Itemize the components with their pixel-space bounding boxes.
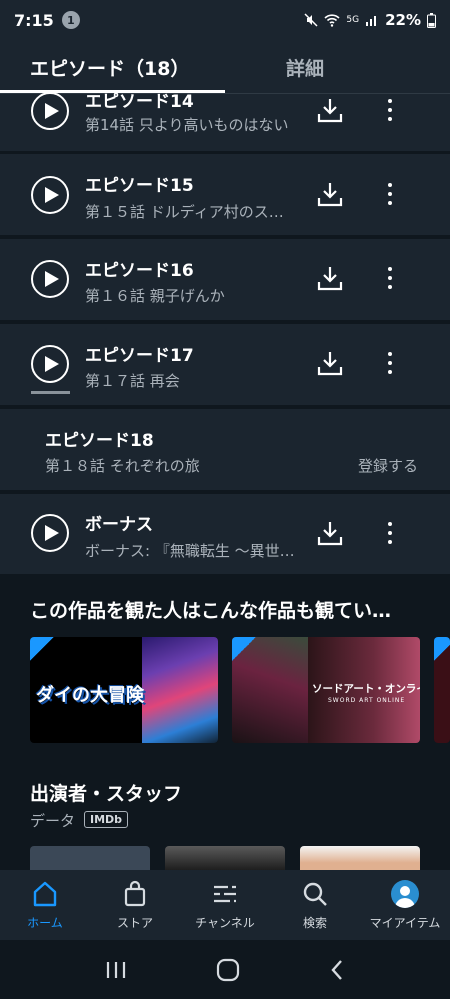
status-bar: 7:15 1 5G 22%: [0, 0, 450, 40]
episode-row[interactable]: エピソード14 第14話 只より高いものはない: [0, 92, 450, 151]
network-type-label: 5G: [346, 15, 360, 25]
nav-label: ストア: [116, 915, 153, 930]
home-button-icon[interactable]: [216, 958, 240, 982]
title-card-partial[interactable]: [434, 637, 450, 743]
more-options-icon[interactable]: [382, 519, 398, 547]
episode-subtitle: 第１７話 再会: [85, 372, 180, 390]
episode-row[interactable]: エピソード16 第１６話 親子げんか: [0, 239, 450, 320]
tab-episodes[interactable]: エピソード（18）: [0, 40, 194, 94]
cast-card[interactable]: [300, 846, 420, 870]
more-options-icon[interactable]: [382, 349, 398, 377]
recent-apps-icon[interactable]: [105, 960, 127, 980]
data-source-label: データ: [30, 812, 76, 830]
download-icon[interactable]: [316, 519, 344, 547]
home-icon: [33, 881, 57, 906]
episode-row: エピソード18 第１８話 それぞれの旅 登録する: [0, 409, 450, 490]
prime-badge-icon: [30, 637, 54, 661]
download-icon[interactable]: [316, 180, 344, 208]
cast-card[interactable]: [30, 846, 150, 870]
nav-label: ホーム: [27, 915, 63, 930]
play-button[interactable]: [31, 260, 69, 298]
card-title-sublogo: SWORD ART ONLINE: [328, 697, 406, 704]
bottom-navigation: ホーム ストア チャンネル 検索 マイアイテム: [0, 870, 450, 940]
back-icon[interactable]: [329, 959, 345, 981]
download-icon[interactable]: [316, 264, 344, 292]
cast-card[interactable]: [165, 846, 285, 870]
episode-title: エピソード16: [85, 261, 194, 281]
recommend-section-title: この作品を観た人はこんな作品も観てい…: [30, 600, 392, 622]
episode-subtitle: ボーナス: 『無職転生 ～異世…: [85, 542, 295, 560]
episode-row[interactable]: エピソード17 第１７話 再会: [0, 324, 450, 405]
card-key-art: [142, 637, 218, 743]
nav-label: マイアイテム: [369, 915, 441, 930]
mute-icon: [304, 13, 318, 27]
channels-icon: [214, 885, 236, 902]
prime-badge-icon: [232, 637, 256, 661]
play-icon: [44, 187, 59, 203]
card-title-logo: ダイの大冒険: [36, 685, 144, 706]
cast-section-title: 出演者・スタッフ: [30, 783, 183, 805]
status-time: 7:15: [14, 10, 54, 30]
nav-label: チャンネル: [195, 915, 255, 930]
register-button[interactable]: 登録する: [358, 455, 418, 476]
nav-channels[interactable]: チャンネル: [180, 870, 270, 940]
more-options-icon[interactable]: [382, 264, 398, 292]
avatar-icon: [391, 879, 419, 908]
shopping-bag-icon: [124, 880, 146, 906]
play-icon: [44, 103, 59, 119]
episode-row[interactable]: ボーナス ボーナス: 『無職転生 ～異世…: [0, 494, 450, 574]
download-icon[interactable]: [316, 349, 344, 377]
watch-progress-bar: [31, 391, 70, 394]
play-button[interactable]: [31, 514, 69, 552]
battery-icon: [427, 12, 436, 28]
episode-subtitle: 第１８話 それぞれの旅: [45, 457, 200, 475]
nav-label: 検索: [302, 915, 327, 930]
episode-subtitle: 第１６話 親子げんか: [85, 287, 225, 305]
nav-home[interactable]: ホーム: [0, 870, 90, 940]
title-card[interactable]: ダイの大冒険: [30, 637, 218, 743]
episode-title: エピソード15: [85, 176, 194, 196]
play-icon: [44, 271, 59, 287]
play-button[interactable]: [31, 92, 69, 130]
more-options-icon[interactable]: [382, 96, 398, 124]
battery-level: 22%: [385, 11, 421, 29]
episode-title: エピソード17: [85, 346, 194, 366]
play-icon: [44, 356, 59, 372]
status-icons: 5G 22%: [304, 11, 436, 29]
episode-subtitle: 第14話 只より高いものはない: [85, 116, 289, 134]
nav-search[interactable]: 検索: [270, 870, 360, 940]
episode-row[interactable]: エピソード15 第１５話 ドルディア村のス…: [0, 154, 450, 235]
nav-my-items[interactable]: マイアイテム: [360, 870, 450, 940]
more-options-icon[interactable]: [382, 180, 398, 208]
episode-title: ボーナス: [85, 515, 153, 535]
episode-title: エピソード14: [85, 92, 194, 112]
tab-detail[interactable]: 詳細: [194, 40, 450, 94]
notification-count-badge: 1: [61, 11, 80, 29]
wifi-icon: [324, 14, 340, 27]
system-navigation-bar: [0, 940, 450, 999]
nav-store[interactable]: ストア: [90, 870, 180, 940]
tab-bar: エピソード（18） 詳細: [0, 40, 450, 94]
signal-icon: [366, 16, 377, 26]
play-button[interactable]: [31, 176, 69, 214]
episode-title: エピソード18: [45, 431, 154, 451]
play-button[interactable]: [31, 345, 69, 383]
title-card[interactable]: ソードアート・オンラインII SWORD ART ONLINE: [232, 637, 420, 743]
search-icon: [303, 882, 327, 906]
episode-subtitle: 第１５話 ドルディア村のス…: [85, 203, 284, 221]
card-title-logo: ソードアート・オンラインII: [312, 683, 420, 695]
imdb-badge: IMDb: [84, 811, 129, 828]
download-icon[interactable]: [316, 96, 344, 124]
play-icon: [44, 525, 59, 541]
prime-badge-icon: [434, 637, 450, 661]
